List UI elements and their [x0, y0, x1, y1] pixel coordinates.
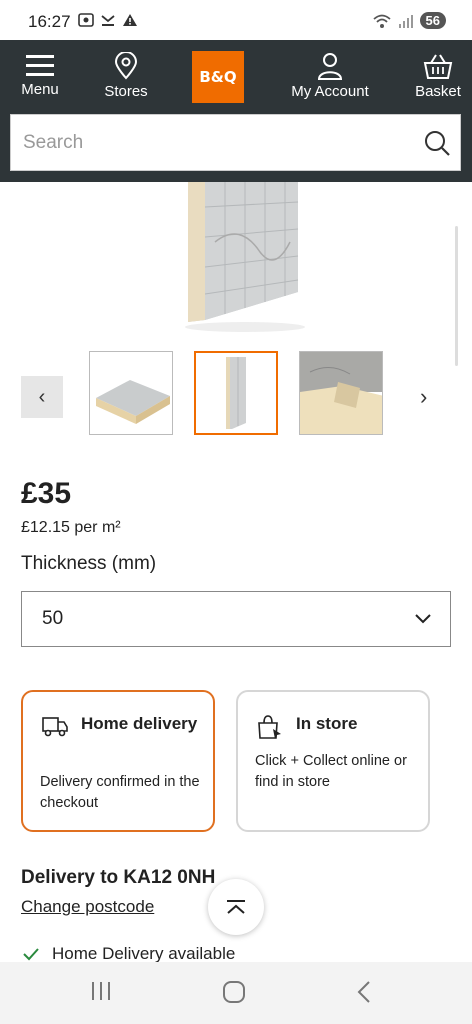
search-input[interactable]: Search [11, 132, 414, 154]
gallery-scrollbar[interactable] [455, 226, 458, 366]
location-pin-icon [114, 52, 138, 80]
back-button[interactable] [356, 980, 372, 1009]
home-circle-icon [223, 981, 245, 1003]
basket-button[interactable]: Basket [400, 52, 472, 100]
menu-button[interactable]: Menu [0, 52, 80, 98]
site-header: Menu Stores B&Q My Account Basket Search [0, 40, 472, 182]
home-delivery-title: Home delivery [81, 714, 198, 733]
search-bar[interactable]: Search [10, 114, 461, 171]
chevron-left-icon: ‹ [38, 385, 46, 408]
change-postcode-link[interactable]: Change postcode [21, 897, 154, 917]
system-navigation-bar [0, 962, 472, 1024]
thickness-label: Thickness (mm) [21, 553, 157, 574]
signal-icon [398, 14, 413, 28]
home-delivery-card[interactable]: Home delivery Delivery confirmed in the … [21, 690, 215, 832]
thumbnail-prev-button[interactable]: ‹ [21, 376, 63, 418]
my-account-button[interactable]: My Account [282, 52, 378, 100]
bq-logo[interactable]: B&Q [192, 51, 244, 103]
delivery-truck-icon [42, 717, 68, 737]
availability-text: Home Delivery available [52, 944, 236, 963]
hamburger-menu-icon [26, 55, 54, 76]
search-icon[interactable] [414, 120, 460, 166]
battery-icon: 56 [419, 12, 446, 29]
menu-label: Menu [21, 81, 59, 98]
thickness-select[interactable]: 50 [21, 591, 451, 647]
thumbnail-3[interactable] [299, 351, 383, 435]
price-per-m2: £12.15 per m² [21, 519, 121, 536]
my-account-label: My Account [291, 83, 369, 100]
status-notification-icons [78, 13, 138, 27]
thickness-value: 50 [42, 608, 64, 629]
in-store-title: In store [296, 714, 358, 733]
shopping-bag-icon [258, 715, 281, 739]
back-chevron-icon [357, 981, 370, 1003]
product-main-image[interactable] [0, 182, 472, 342]
chevron-down-icon [415, 614, 431, 624]
warning-icon [123, 14, 137, 26]
recent-apps-icon [92, 982, 110, 1000]
basket-icon [423, 54, 453, 79]
chevron-right-icon: › [420, 384, 428, 409]
recent-apps-button[interactable] [90, 980, 112, 1007]
status-time: 16:27 [28, 12, 71, 31]
in-store-card[interactable]: In store Click + Collect online or find … [236, 690, 430, 832]
home-button[interactable] [222, 980, 246, 1009]
wifi-icon [372, 14, 391, 28]
stores-button[interactable]: Stores [86, 52, 166, 100]
thumbnail-2[interactable] [194, 351, 278, 435]
chevron-up-icon [227, 900, 245, 914]
thumbnail-next-button[interactable]: › [420, 384, 427, 410]
checkmark-icon [23, 948, 39, 961]
home-delivery-availability: Home Delivery available [22, 944, 235, 964]
status-bar: 16:27 56 [0, 0, 472, 40]
basket-label: Basket [415, 83, 461, 100]
status-system-icons: 56 [372, 12, 446, 29]
delivery-to-heading: Delivery to KA12 0NH [21, 867, 216, 888]
missed-call-icon [101, 15, 115, 26]
home-delivery-description: Delivery confirmed in the checkout [40, 774, 200, 811]
thumbnail-1[interactable] [89, 351, 173, 435]
product-price: £35 [21, 477, 72, 510]
stores-label: Stores [104, 83, 148, 100]
in-store-description: Click + Collect online or find in store [255, 753, 407, 790]
back-to-top-button[interactable] [208, 879, 264, 935]
user-icon [317, 53, 343, 80]
screenshot-icon [78, 13, 94, 27]
